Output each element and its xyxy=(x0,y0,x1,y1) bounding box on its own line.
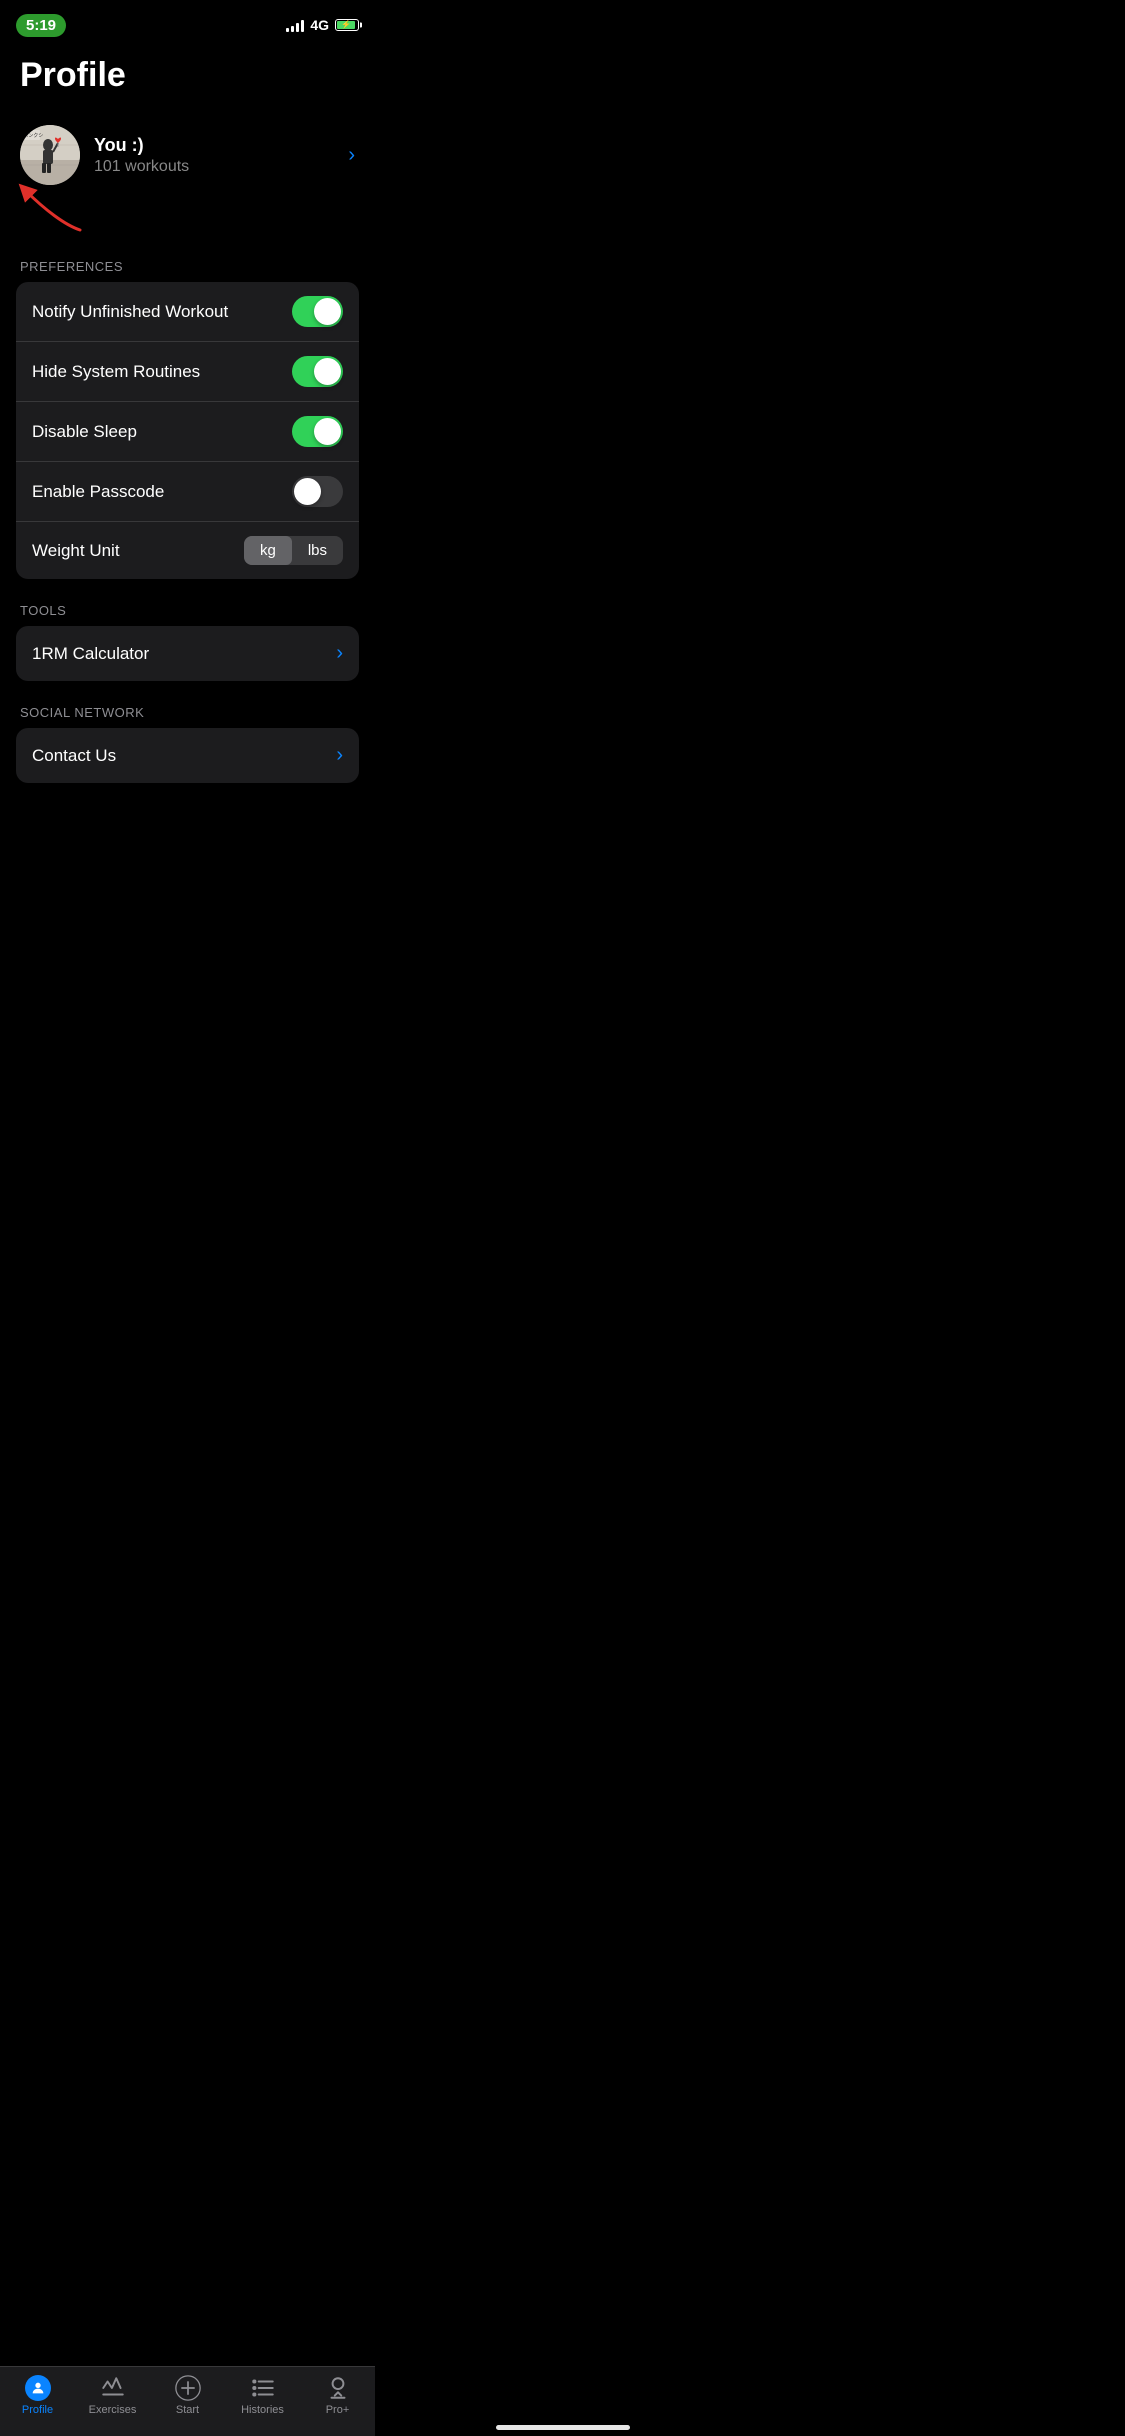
social-section-label: SOCIAL NETWORK xyxy=(0,681,375,728)
status-bar: 5:19 4G ⚡ xyxy=(0,0,375,44)
tools-section-label: TOOLS xyxy=(0,579,375,626)
enable-passcode-label: Enable Passcode xyxy=(32,482,164,502)
exercises-tab-icon xyxy=(100,2375,126,2401)
tab-start-label: Start xyxy=(176,2404,199,2416)
preferences-card: Notify Unfinished Workout Hide System Ro… xyxy=(16,282,359,579)
tab-histories[interactable]: Histories xyxy=(225,2375,300,2416)
weight-unit-lbs-button[interactable]: lbs xyxy=(292,536,343,565)
tab-exercises[interactable]: Exercises xyxy=(75,2375,150,2416)
tab-histories-label: Histories xyxy=(241,2404,284,2416)
weight-unit-kg-button[interactable]: kg xyxy=(244,536,292,565)
avatar-container: バンクシ xyxy=(20,125,80,185)
disable-sleep-label: Disable Sleep xyxy=(32,422,137,442)
tab-pro-label: Pro+ xyxy=(326,2404,350,2416)
contact-us-label: Contact Us xyxy=(32,746,116,766)
tab-start[interactable]: Start xyxy=(150,2375,225,2416)
calculator-label: 1RM Calculator xyxy=(32,644,149,664)
page-title: Profile xyxy=(0,44,375,115)
weight-unit-selector[interactable]: kg lbs xyxy=(244,536,343,565)
preferences-section-label: PREFERENCES xyxy=(0,235,375,282)
start-tab-icon xyxy=(175,2375,201,2401)
enable-passcode-row[interactable]: Enable Passcode xyxy=(16,462,359,522)
pro-tab-icon xyxy=(325,2375,351,2401)
avatar: バンクシ xyxy=(20,125,80,185)
status-right: 4G ⚡ xyxy=(286,17,359,33)
notify-workout-label: Notify Unfinished Workout xyxy=(32,302,228,322)
home-indicator xyxy=(496,2425,630,2430)
disable-sleep-row[interactable]: Disable Sleep xyxy=(16,402,359,462)
calculator-chevron-icon: › xyxy=(336,642,343,665)
signal-bars xyxy=(286,18,304,32)
notify-workout-row[interactable]: Notify Unfinished Workout xyxy=(16,282,359,342)
hide-routines-label: Hide System Routines xyxy=(32,362,200,382)
network-label: 4G xyxy=(310,17,329,33)
status-time: 5:19 xyxy=(16,14,66,37)
calculator-row[interactable]: 1RM Calculator › xyxy=(16,626,359,681)
tab-bar: Profile Exercises Start xyxy=(0,2366,375,2436)
social-card: Contact Us › xyxy=(16,728,359,783)
user-chevron-icon: › xyxy=(348,144,355,167)
weight-unit-label: Weight Unit xyxy=(32,541,120,561)
hide-routines-row[interactable]: Hide System Routines xyxy=(16,342,359,402)
profile-tab-icon xyxy=(25,2375,51,2401)
hide-routines-toggle[interactable] xyxy=(292,356,343,387)
tab-exercises-label: Exercises xyxy=(89,2404,137,2416)
battery-icon: ⚡ xyxy=(335,19,359,31)
tools-card: 1RM Calculator › xyxy=(16,626,359,681)
user-info: You :) 101 workouts xyxy=(94,135,348,176)
user-name: You :) xyxy=(94,135,348,156)
svg-text:バンクシ: バンクシ xyxy=(23,133,43,139)
weight-unit-row[interactable]: Weight Unit kg lbs xyxy=(16,522,359,579)
tab-profile[interactable]: Profile xyxy=(0,2375,75,2416)
notify-workout-toggle[interactable] xyxy=(292,296,343,327)
enable-passcode-toggle[interactable] xyxy=(292,476,343,507)
user-workouts: 101 workouts xyxy=(94,158,348,176)
contact-us-row[interactable]: Contact Us › xyxy=(16,728,359,783)
disable-sleep-toggle[interactable] xyxy=(292,416,343,447)
annotation-arrow xyxy=(10,180,100,235)
tab-profile-label: Profile xyxy=(22,2404,53,2416)
histories-tab-icon xyxy=(250,2375,276,2401)
contact-us-chevron-icon: › xyxy=(336,744,343,767)
tab-pro[interactable]: Pro+ xyxy=(300,2375,375,2416)
